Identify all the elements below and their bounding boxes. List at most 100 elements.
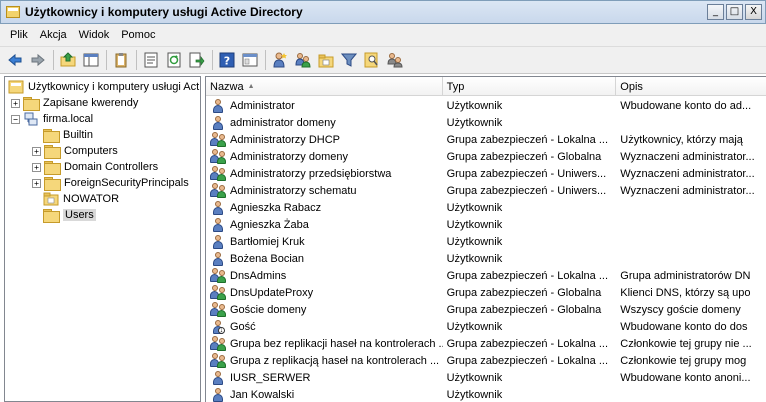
list-rows: Administrator Użytkownik Wbudowane konto d… <box>206 96 766 402</box>
name-cell: Goście domeny <box>206 301 443 318</box>
list-item[interactable]: Bożena Bocian Użytkownik <box>206 250 766 267</box>
tree-item-domain[interactable]: − firma.local <box>5 111 200 127</box>
list-item[interactable]: Bartłomiej Kruk Użytkownik <box>206 233 766 250</box>
user-icon <box>210 200 226 216</box>
name-cell: Agnieszka Rabacz <box>206 200 443 216</box>
group-icon <box>210 165 226 182</box>
menu-file[interactable]: Plik <box>4 29 34 41</box>
type-cell: Użytkownik <box>446 388 503 401</box>
refresh-button[interactable] <box>163 49 185 71</box>
new-ou-button[interactable] <box>315 49 337 71</box>
list-header: Nazwa ▲ Typ Opis <box>206 77 766 96</box>
find-button[interactable] <box>361 49 383 71</box>
column-header-description[interactable]: Opis <box>616 77 766 96</box>
group-icon <box>210 182 226 199</box>
column-header-label: Opis <box>620 80 643 93</box>
object-name: administrator domeny <box>230 116 336 129</box>
list-item[interactable]: Grupa z replikacją haseł na kontrolerach… <box>206 352 766 369</box>
clipboard-button[interactable] <box>110 49 132 71</box>
filter-button[interactable] <box>338 49 360 71</box>
expand-toggle[interactable]: + <box>11 98 20 108</box>
tree-item-computers[interactable]: + Computers <box>5 143 200 159</box>
collapse-toggle[interactable]: − <box>11 114 20 124</box>
list-item[interactable]: Goście domeny Grupa zabezpieczeń - Global… <box>206 301 766 318</box>
list-item[interactable]: Grupa bez replikacji haseł na kontrolera… <box>206 335 766 352</box>
list-item[interactable]: Administratorzy schematu Grupa zabezpiecz… <box>206 182 766 199</box>
user-icon <box>210 387 226 402</box>
tree-pane[interactable]: Użytkownicy i komputery usługi Act + Zap… <box>4 76 201 402</box>
minimize-button[interactable]: _ <box>707 4 724 20</box>
tree-item-domain-controllers[interactable]: + Domain Controllers <box>5 159 200 175</box>
menu-action[interactable]: Akcja <box>34 29 73 41</box>
tree-item-users[interactable]: Users <box>5 207 200 223</box>
menu-help[interactable]: Pomoc <box>115 29 161 41</box>
up-folder-button[interactable] <box>57 49 79 71</box>
folder-icon <box>44 144 61 159</box>
export-button[interactable] <box>186 49 208 71</box>
details-list[interactable]: Nazwa ▲ Typ Opis Administrator Użytkownik… <box>205 76 766 402</box>
list-item[interactable]: Administratorzy domeny Grupa zabezpieczeń… <box>206 148 766 165</box>
tree-root[interactable]: Użytkownicy i komputery usługi Act <box>5 79 200 95</box>
tree-item-foreign-security-principals[interactable]: + ForeignSecurityPrincipals <box>5 175 200 191</box>
object-name: Goście domeny <box>230 303 307 316</box>
user-icon <box>210 234 226 250</box>
type-cell: Użytkownik <box>446 252 503 265</box>
object-name: Agnieszka Żaba <box>230 218 309 231</box>
toolbar-separator <box>265 50 266 70</box>
name-cell: Grupa z replikacją haseł na kontrolerach… <box>206 352 443 369</box>
help-button[interactable]: ? <box>216 49 238 71</box>
tree-root-label: Użytkownicy i komputery usługi Act <box>28 81 200 93</box>
list-item[interactable]: Administratorzy przedsiębiorstwa Grupa za… <box>206 165 766 182</box>
type-cell: Użytkownik <box>446 320 503 333</box>
expand-toggle[interactable]: + <box>32 146 41 156</box>
list-item[interactable]: Administrator Użytkownik Wbudowane konto d… <box>206 97 766 114</box>
list-item[interactable]: ↓ Gość Użytkownik Wbudowane konto do dos <box>206 318 766 335</box>
list-item[interactable]: DnsAdmins Grupa zabezpieczeń - Lokalna ..… <box>206 267 766 284</box>
menu-view[interactable]: Widok <box>73 29 116 41</box>
new-group-button[interactable] <box>292 49 314 71</box>
up-folder-icon <box>60 52 76 67</box>
title-bar: Użytkownicy i komputery usługi Active Di… <box>0 0 766 24</box>
domain-icon <box>24 112 38 126</box>
description-cell: Wyznaczeni administrator... <box>620 167 755 180</box>
description-cell: Grupa administratorów DN <box>620 269 751 282</box>
tree-item-label: Domain Controllers <box>64 161 159 173</box>
add-to-group-button[interactable] <box>384 49 406 71</box>
name-cell: DnsAdmins <box>206 267 443 284</box>
list-item[interactable]: Agnieszka Żaba Użytkownik <box>206 216 766 233</box>
console-button[interactable] <box>239 49 261 71</box>
forward-button[interactable] <box>27 49 49 71</box>
tree-item-builtin[interactable]: Builtin <box>5 127 200 143</box>
tree-item-label: ForeignSecurityPrincipals <box>64 177 189 189</box>
tree-item-label: Zapisane kwerendy <box>43 97 139 109</box>
new-user-button[interactable] <box>269 49 291 71</box>
column-header-label: Typ <box>446 80 465 93</box>
disabled-user-icon: ↓ <box>210 319 226 335</box>
column-header-type[interactable]: Typ <box>443 77 617 96</box>
type-cell: Grupa zabezpieczeń - Lokalna ... <box>446 269 609 282</box>
type-cell: Użytkownik <box>446 116 503 129</box>
list-item[interactable]: Agnieszka Rabacz Użytkownik <box>206 199 766 216</box>
tree-item-label: Users <box>63 209 96 221</box>
tree-item-saved-queries[interactable]: + Zapisane kwerendy <box>5 95 200 111</box>
list-item[interactable]: administrator domeny Użytkownik <box>206 114 766 131</box>
list-item[interactable]: Administratorzy DHCP Grupa zabezpieczeń -… <box>206 131 766 148</box>
list-item[interactable]: Jan Kowalski Użytkownik <box>206 386 766 402</box>
show-tree-button[interactable] <box>80 49 102 71</box>
expand-toggle[interactable]: + <box>32 178 41 188</box>
column-header-name[interactable]: Nazwa ▲ <box>206 77 443 96</box>
maximize-button[interactable]: □ <box>726 4 743 20</box>
properties-button[interactable] <box>140 49 162 71</box>
back-button[interactable] <box>4 49 26 71</box>
list-item[interactable]: IUSR_SERWER Użytkownik Wbudowane konto ano… <box>206 369 766 386</box>
expand-toggle[interactable]: + <box>32 162 41 172</box>
window-title: Użytkownicy i komputery usługi Active Di… <box>25 5 303 19</box>
description-cell: Wbudowane konto do dos <box>620 320 748 333</box>
description-cell: Wyznaczeni administrator... <box>620 150 755 163</box>
type-cell: Grupa zabezpieczeń - Uniwers... <box>446 167 607 180</box>
close-button[interactable]: X <box>745 4 762 20</box>
list-item[interactable]: DnsUpdateProxy Grupa zabezpieczeń - Globa… <box>206 284 766 301</box>
filter-icon <box>341 53 357 67</box>
new-user-icon <box>273 52 287 68</box>
tree-item-nowator[interactable]: NOWATOR <box>5 191 200 207</box>
